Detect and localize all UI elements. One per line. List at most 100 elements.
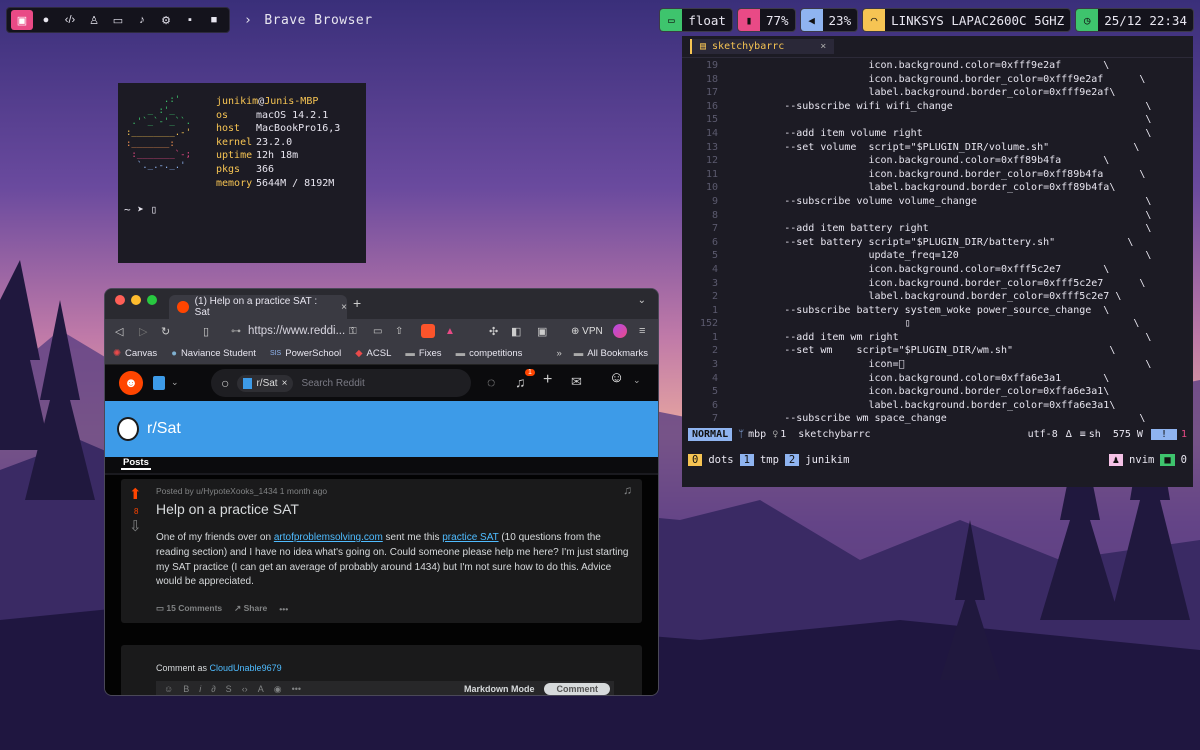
spoiler-icon[interactable]: ◉ [274,684,282,695]
code-icon[interactable]: ‹› [242,684,248,694]
new-tab-button[interactable]: + [353,295,361,311]
code-line[interactable]: 2 --set wm script="$PLUGIN_DIR/wm.sh" \ [682,344,1193,358]
code-line[interactable]: 3 icon.background.border_color=0xfff5c2e… [682,277,1193,291]
gear-icon[interactable]: ⚙ [155,10,177,30]
github-icon[interactable]: ● [35,10,57,30]
cast-icon[interactable]: ▭ [373,326,382,337]
leo-ai-icon[interactable] [613,324,627,338]
share-icon[interactable]: ⇧ [395,326,403,337]
volume-indicator[interactable]: ◀ 23% [799,8,859,32]
shell-prompt[interactable]: ~ ➤ ▯ [124,203,157,217]
bookmark-competitions[interactable]: ▬ competitions [456,348,523,359]
code-line[interactable]: 18 icon.background.border_color=0xfff9e2… [682,73,1193,87]
code-line[interactable]: 2 label.background.border_color=0xfff5c2… [682,290,1193,304]
site-settings-icon[interactable]: ⊶ [231,326,241,337]
address-bar[interactable]: https://www.reddi... [248,325,345,337]
link-icon[interactable]: ∂ [211,684,215,694]
code-line[interactable]: 1 --add item wm right \ [682,331,1193,345]
code-line[interactable]: 7 --add item battery right \ [682,222,1193,236]
code-line[interactable]: 14 --add item volume right \ [682,127,1193,141]
code-line[interactable]: 15 \ [682,113,1193,127]
key-icon[interactable]: ⚿ [349,326,357,337]
more-options-icon[interactable]: ••• [292,684,301,694]
code-line[interactable]: 10 label.background.border_color=0xff89b… [682,181,1193,195]
link-practice-sat[interactable]: practice SAT [442,532,498,543]
follow-bell-icon[interactable]: ♫ [623,483,632,497]
battery-indicator[interactable]: ▮ 77% [736,8,796,32]
clock-indicator[interactable]: ◷ 25/12 22:34 [1075,8,1194,32]
back-button[interactable]: ◁ [115,325,123,338]
notification-bell-icon[interactable]: ♫ [515,374,526,390]
code-editor[interactable]: 19 icon.background.color=0xfff9e2af \ 18 … [682,59,1193,426]
code-line[interactable]: 1 --subscribe battery system_woke power_… [682,304,1193,318]
chevron-down-icon[interactable]: ⌄ [171,377,179,388]
share-button[interactable]: ↗ Share [234,603,267,614]
brave-rewards-icon[interactable]: ▲ [445,326,455,337]
bookmark-powerschool[interactable]: SIS PowerSchool [270,348,341,359]
bookmark-fixes[interactable]: ▬ Fixes [405,348,441,359]
reload-button[interactable]: ↻ [161,325,170,338]
code-line[interactable]: 5 update_freq=120 \ [682,249,1193,263]
extensions-icon[interactable]: ✣ [489,325,498,338]
forward-button[interactable]: ▷ [139,325,147,338]
downvote-icon[interactable]: ⇩ [129,517,142,535]
chevron-down-icon[interactable]: ⌄ [633,375,641,386]
user-icon[interactable]: ♙ [83,10,105,30]
strikethrough-icon[interactable]: S [226,684,232,694]
create-post-icon[interactable]: + [543,371,552,389]
code-line[interactable]: 4 icon.background.color=0xfff5c2e7 \ [682,263,1193,277]
music-icon[interactable]: ♪ [131,10,153,30]
code-line[interactable]: 3 icon=󰙀 \ [682,358,1193,372]
all-bookmarks[interactable]: ▬ All Bookmarks [574,348,648,359]
terminal-icon[interactable]: ▣ [11,10,33,30]
zoom-window-button[interactable] [147,295,157,305]
sidebar-icon[interactable]: ◧ [511,325,521,338]
italic-icon[interactable]: i [199,684,201,694]
code-line[interactable]: 7 --subscribe wm space_change \ [682,412,1193,426]
wallet-icon[interactable]: ▣ [537,325,547,338]
upvote-icon[interactable]: ⬆ [129,485,142,503]
reddit-logo-icon[interactable]: ☻ [119,371,143,395]
chat-icon[interactable]: ◌ [487,374,495,390]
code-line[interactable]: 19 icon.background.color=0xfff9e2af \ [682,59,1193,73]
comment-user-link[interactable]: CloudUnable9679 [210,663,282,673]
post-card[interactable]: ⬆ 8 ⇩ Posted by u/HypoteXooks_1434 1 mon… [121,479,642,623]
code-icon[interactable]: ‹/› [59,10,81,30]
code-line[interactable]: 5 icon.background.border_color=0xffa6e3a… [682,385,1193,399]
bookmark-canvas[interactable]: ✺ Canvas [113,348,157,359]
code-line[interactable]: 16 --subscribe wifi wifi_change \ [682,100,1193,114]
subreddit-filter-pill[interactable]: r/Sat × [237,374,294,392]
code-line[interactable]: 6 label.background.border_color=0xffa6e3… [682,399,1193,413]
buffer-tab[interactable]: ▤ sketchybarrc × [690,39,835,54]
vpn-button[interactable]: ⊕ VPN [571,326,603,337]
wifi-indicator[interactable]: ◠ LINKSYS LAPAC2600C 5GHZ [862,8,1072,32]
code-line[interactable]: 12 icon.background.color=0xff89b4fa \ [682,154,1193,168]
emoji-icon[interactable]: ☺ [164,684,173,694]
comments-button[interactable]: ▭ 15 Comments [156,603,222,614]
menu-icon[interactable]: ≡ [639,325,645,337]
code-line[interactable]: 4 icon.background.color=0xffa6e3a1 \ [682,372,1193,386]
camera-icon[interactable]: ■ [203,10,225,30]
code-line[interactable]: 17 label.background.border_color=0xfff9e… [682,86,1193,100]
more-options-icon[interactable]: ••• [279,604,288,614]
bookmark-acsl[interactable]: ◆ ACSL [355,348,391,359]
close-icon[interactable]: × [820,41,826,52]
bookmark-icon[interactable]: ▯ [203,325,209,338]
close-icon[interactable]: × [282,378,288,389]
more-bookmarks-icon[interactable]: » [556,348,561,359]
bold-icon[interactable]: B [183,684,189,694]
advertise-icon[interactable]: ✉ [571,374,582,390]
comment-submit-button[interactable]: Comment [544,683,610,695]
code-line[interactable]: 6 --set battery script="$PLUGIN_DIR/batt… [682,236,1193,250]
markdown-mode-button[interactable]: Markdown Mode [464,684,535,694]
community-icon[interactable] [153,376,165,390]
link-aops[interactable]: artofproblemsolving.com [274,532,383,543]
minimize-window-button[interactable] [131,295,141,305]
chat-icon[interactable]: ▪ [179,10,201,30]
post-title[interactable]: Help on a practice SAT [156,501,299,517]
code-line[interactable]: 152 ▯ \ [682,317,1193,331]
monitor-icon[interactable]: ▭ [107,10,129,30]
tab-posts[interactable]: Posts [121,457,151,470]
code-line[interactable]: 9 --subscribe volume volume_change \ [682,195,1193,209]
close-window-button[interactable] [115,295,125,305]
